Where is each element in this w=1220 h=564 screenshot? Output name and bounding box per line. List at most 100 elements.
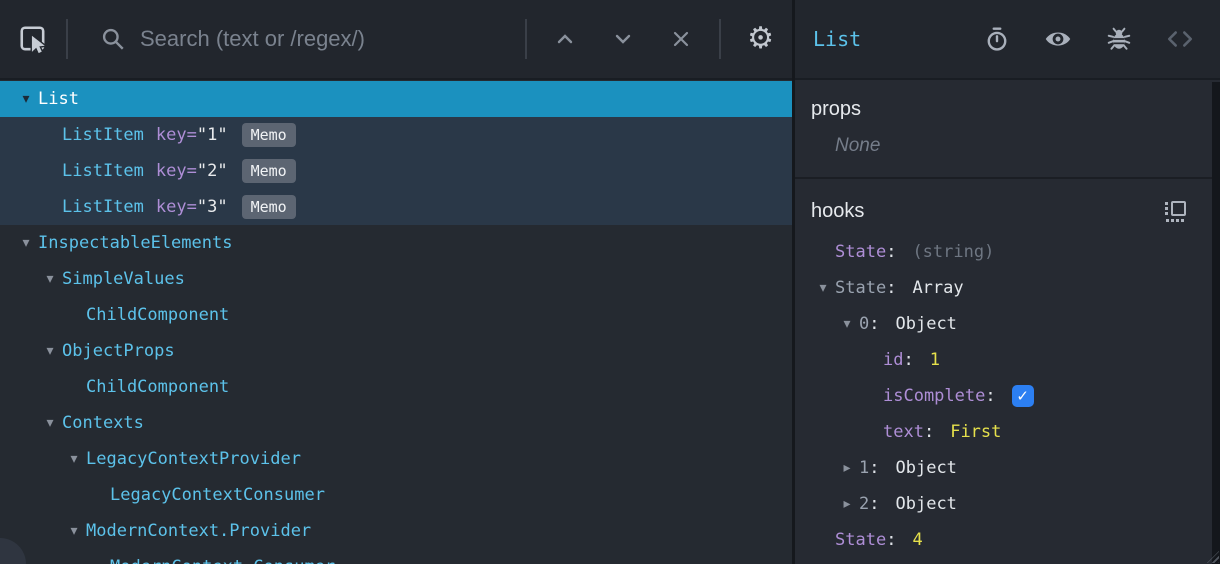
expand-caret-icon[interactable]: ▸	[835, 496, 859, 512]
component-name: LegacyContextConsumer	[110, 485, 325, 505]
hook-row[interactable]: isComplete: ✓	[795, 378, 1220, 414]
select-element-button[interactable]	[14, 20, 52, 58]
tree-row[interactable]: ModernContext.Consumer	[0, 549, 792, 564]
tree-row[interactable]: ▾ ObjectProps	[0, 333, 792, 369]
hook-row[interactable]: ▸ 2: Object	[795, 486, 1220, 522]
hook-row[interactable]: ▸ 1: Object	[795, 450, 1220, 486]
tree-row[interactable]: ChildComponent	[0, 297, 792, 333]
hooks-section: hooks State: (string) ▾ State: Array ▾ 0: Objec…	[795, 179, 1220, 564]
code-brackets-icon	[1166, 26, 1194, 52]
components-tree-panel: ⚙ ▾ListListItemkey="1"MemoListItemkey="2…	[0, 0, 792, 564]
expand-caret-icon[interactable]: ▾	[14, 91, 38, 107]
hook-name: isComplete	[883, 386, 986, 406]
props-label: props	[811, 98, 862, 120]
expand-caret-icon[interactable]: ▾	[14, 235, 38, 251]
tree-row[interactable]: ▾ List	[0, 81, 792, 117]
component-name: Contexts	[62, 413, 144, 433]
hook-name: 1	[859, 458, 870, 478]
gear-icon: ⚙	[747, 22, 774, 55]
expand-caret-icon[interactable]: ▾	[835, 316, 859, 332]
hook-name: text	[883, 422, 924, 442]
hook-value: Array	[912, 278, 964, 298]
hook-value: Object	[895, 314, 957, 334]
expand-caret-icon[interactable]: ▸	[835, 460, 859, 476]
hooks-label: hooks	[811, 200, 865, 222]
previous-result-button[interactable]	[549, 23, 581, 55]
details-header: List	[795, 0, 1220, 80]
tree-toolbar: ⚙	[0, 0, 792, 80]
component-name: ModernContext.Provider	[86, 521, 312, 541]
details-scrollbar[interactable]	[1212, 82, 1220, 564]
component-name: ModernContext.Consumer	[110, 557, 335, 564]
component-name: ChildComponent	[86, 377, 230, 397]
tree-row[interactable]: ▾ ModernContext.Provider	[0, 513, 792, 549]
parse-hook-names-button[interactable]	[1161, 197, 1190, 226]
hook-row[interactable]: State:4	[795, 522, 1220, 558]
tree-row[interactable]: ▾ InspectableElements	[0, 225, 792, 261]
suspense-toggle-button[interactable]	[980, 22, 1014, 56]
hook-row[interactable]: id:1	[795, 342, 1220, 378]
view-source-button[interactable]	[1162, 22, 1198, 56]
expand-caret-icon[interactable]: ▾	[62, 523, 86, 539]
hook-row[interactable]: ▾ State: Array	[795, 270, 1220, 306]
parse-hooks-icon	[1165, 201, 1186, 222]
expand-caret-icon[interactable]: ▾	[811, 280, 835, 296]
tree-row[interactable]: ChildComponent	[0, 369, 792, 405]
hooks-list: State: (string) ▾ State: Array ▾ 0: Object id:1 i…	[795, 234, 1220, 564]
hook-value: Object	[895, 494, 957, 514]
settings-button[interactable]: ⚙	[743, 20, 778, 58]
log-to-console-button[interactable]	[1102, 22, 1136, 56]
toolbar-divider	[719, 19, 722, 59]
hook-name: 2	[859, 494, 870, 514]
component-name: ListItem	[62, 125, 144, 145]
tree-row[interactable]: ListItem key="2" Memo	[0, 153, 792, 189]
hook-value: 4	[912, 530, 923, 550]
hook-row[interactable]: State: (string)	[795, 234, 1220, 270]
selected-component-name: List	[813, 27, 862, 51]
component-name: ChildComponent	[86, 305, 230, 325]
toolbar-divider	[525, 19, 528, 59]
hook-value: 1	[929, 350, 940, 370]
tree-row[interactable]: ▾ LegacyContextProvider	[0, 441, 792, 477]
hook-name: State	[835, 530, 887, 550]
expand-caret-icon[interactable]: ▾	[38, 343, 62, 359]
expand-caret-icon[interactable]: ▾	[38, 415, 62, 431]
tree-row[interactable]: ▾ Contexts	[0, 405, 792, 441]
clear-search-button[interactable]	[665, 23, 697, 55]
checked-checkbox[interactable]: ✓	[1011, 385, 1034, 407]
memo-badge: Memo	[241, 123, 296, 147]
stopwatch-icon	[984, 26, 1010, 52]
eye-icon	[1044, 25, 1072, 53]
expand-caret-icon[interactable]: ▾	[38, 271, 62, 287]
components-tree: ▾ List ListItem key="1" Memo ListItem key="2" M…	[0, 80, 792, 564]
key-attribute: key="2"	[155, 161, 228, 181]
hook-row[interactable]: text: First	[795, 414, 1220, 450]
react-devtools-components-panel: ⚙ ▾ListListItemkey="1"MemoListItemkey="2…	[0, 0, 1220, 564]
component-name: ListItem	[62, 197, 144, 217]
component-name: LegacyContextProvider	[86, 449, 301, 469]
props-empty-value: None	[835, 135, 881, 156]
tree-row[interactable]: LegacyContextConsumer	[0, 477, 792, 513]
hook-row[interactable]: Callback:ƒ () {}	[795, 558, 1220, 564]
search-icon	[100, 26, 126, 52]
chevron-down-icon	[615, 34, 631, 44]
hook-name: State	[835, 278, 887, 298]
component-details-panel: List props None hooks State: (string) ▾…	[795, 0, 1220, 564]
hook-value: First	[950, 422, 1002, 442]
inspect-dom-button[interactable]	[1040, 21, 1076, 57]
component-name: List	[38, 89, 79, 109]
search-input[interactable]	[140, 26, 512, 52]
memo-badge: Memo	[241, 195, 296, 219]
component-name: ListItem	[62, 161, 144, 181]
hook-value: (string)	[912, 242, 995, 262]
props-section: props None	[795, 80, 1220, 179]
tree-row[interactable]: ListItem key="1" Memo	[0, 117, 792, 153]
tree-row[interactable]: ListItem key="3" Memo	[0, 189, 792, 225]
component-name: InspectableElements	[38, 233, 233, 253]
tree-row[interactable]: ▾ SimpleValues	[0, 261, 792, 297]
expand-caret-icon[interactable]: ▾	[62, 451, 86, 467]
hook-row[interactable]: ▾ 0: Object	[795, 306, 1220, 342]
next-result-button[interactable]	[607, 23, 639, 55]
hook-name: 0	[859, 314, 870, 334]
key-attribute: key="1"	[155, 125, 228, 145]
